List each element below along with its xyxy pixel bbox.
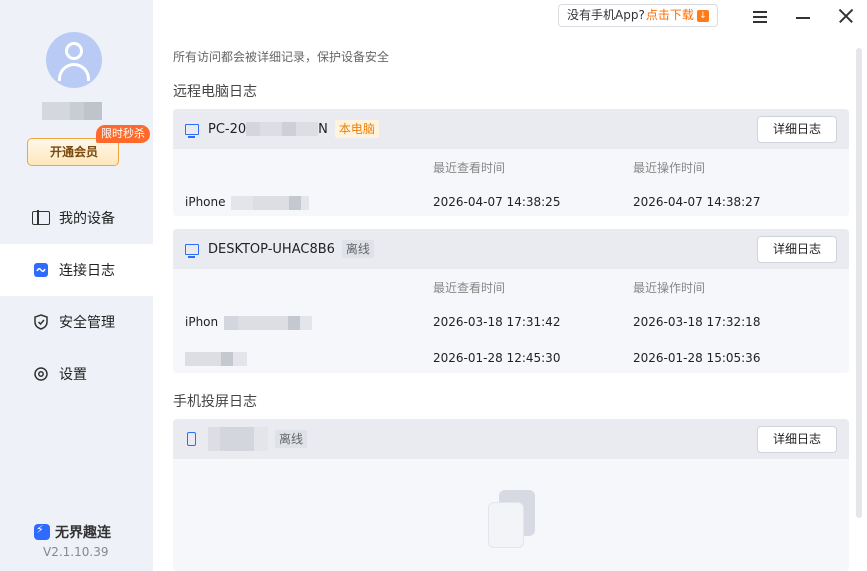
- detail-log-button[interactable]: 详细日志: [757, 236, 837, 263]
- nav-security[interactable]: 安全管理: [0, 296, 153, 348]
- last-operation-time: 2026-01-28 15:05:36: [633, 351, 761, 365]
- remote-pc-log-title: 远程电脑日志: [173, 84, 257, 100]
- device-name-suffix: N: [318, 121, 328, 137]
- nav-label: 连接日志: [59, 263, 115, 279]
- promo-text: 没有手机App?: [567, 8, 645, 22]
- client-name-redacted: [223, 315, 312, 330]
- col-last-operation: 最近操作时间: [633, 161, 706, 175]
- client-cell: [185, 351, 247, 366]
- col-last-view: 最近查看时间: [433, 281, 506, 295]
- device-name: PC-20: [208, 121, 247, 137]
- security-notice: 所有访问都会被详细记录，保护设备安全: [173, 50, 390, 64]
- last-view-time: 2026-03-18 17:31:42: [433, 315, 561, 329]
- client-name: iPhon: [185, 315, 219, 329]
- avatar[interactable]: [46, 32, 102, 88]
- table-header: 最近查看时间 最近操作时间: [173, 279, 849, 299]
- client-name-redacted: [185, 351, 247, 366]
- computer-icon: [185, 243, 199, 258]
- table-row: 2026-01-28 12:45:30 2026-01-28 15:05:36: [173, 351, 849, 371]
- table-row: iPhone 2026-04-07 14:38:25 2026-04-07 14…: [173, 195, 849, 215]
- phone-mirror-log-title: 手机投屏日志: [173, 394, 257, 410]
- menu-button[interactable]: [750, 6, 770, 26]
- empty-state-icon: [488, 490, 536, 548]
- this-computer-tag: 本电脑: [334, 120, 379, 138]
- device-log-card: DESKTOP-UHAC8B6 离线 详细日志 最近查看时间 最近操作时间 iP…: [173, 229, 849, 373]
- offline-tag: 离线: [341, 240, 374, 258]
- phone-icon: [187, 432, 196, 446]
- download-link[interactable]: 点击下载: [646, 5, 694, 26]
- detail-log-button[interactable]: 详细日志: [757, 426, 837, 453]
- close-button[interactable]: [836, 6, 856, 26]
- table-header: 最近查看时间 最近操作时间: [173, 159, 849, 179]
- device-name: DESKTOP-UHAC8B6: [208, 241, 335, 257]
- username-redacted: [42, 102, 102, 120]
- card-header: DESKTOP-UHAC8B6 离线 详细日志: [173, 229, 849, 269]
- client-cell: iPhon: [185, 315, 312, 330]
- brand: 无界趣连: [34, 522, 111, 542]
- version-label: V2.1.10.39: [43, 545, 109, 559]
- device-log-card: PC-20 N 本电脑 详细日志 最近查看时间 最近操作时间 iPhone 20…: [173, 109, 849, 216]
- log-icon: [34, 263, 48, 277]
- brand-logo-icon: [34, 523, 50, 540]
- download-arrow-icon: ↓: [696, 9, 709, 22]
- nav-label: 我的设备: [59, 211, 115, 227]
- computer-icon: [185, 123, 199, 138]
- card-header: 离线 详细日志: [173, 419, 849, 459]
- client-name: iPhone: [185, 195, 226, 209]
- scrollbar[interactable]: [856, 48, 862, 518]
- download-app-promo[interactable]: 没有手机App? 点击下载 ↓: [558, 4, 718, 27]
- nav-label: 设置: [59, 367, 87, 383]
- device-name-redacted: [208, 427, 268, 451]
- nav-settings[interactable]: 设置: [0, 348, 153, 400]
- nav-label: 安全管理: [59, 315, 115, 331]
- device-name-redacted: [246, 122, 319, 136]
- nav-connection-log[interactable]: 连接日志: [0, 244, 153, 296]
- nav-my-devices[interactable]: 我的设备: [0, 192, 153, 244]
- gear-icon: [32, 365, 50, 383]
- table-row: iPhon 2026-03-18 17:31:42 2026-03-18 17:…: [173, 315, 849, 335]
- detail-log-button[interactable]: 详细日志: [757, 116, 837, 143]
- last-operation-time: 2026-04-07 14:38:27: [633, 195, 761, 209]
- last-view-time: 2026-04-07 14:38:25: [433, 195, 561, 209]
- offline-tag: 离线: [275, 430, 308, 448]
- col-last-operation: 最近操作时间: [633, 281, 706, 295]
- last-view-time: 2026-01-28 12:45:30: [433, 351, 561, 365]
- card-header: PC-20 N 本电脑 详细日志: [173, 109, 849, 149]
- client-name-redacted: [231, 195, 310, 210]
- flash-sale-badge: 限时秒杀: [96, 125, 150, 143]
- last-operation-time: 2026-03-18 17:32:18: [633, 315, 761, 329]
- avatar-body-shape: [58, 63, 90, 81]
- avatar-head-shape: [65, 42, 83, 60]
- brand-name: 无界趣连: [55, 525, 111, 541]
- client-cell: iPhone: [185, 195, 310, 210]
- device-icon: [32, 210, 50, 225]
- shield-icon: [32, 313, 50, 331]
- minimize-button[interactable]: [793, 6, 813, 26]
- sidebar: 开通会员 限时秒杀 我的设备 连接日志 安全管理 设置 无界趣连 V2.1.10…: [0, 0, 153, 571]
- col-last-view: 最近查看时间: [433, 161, 506, 175]
